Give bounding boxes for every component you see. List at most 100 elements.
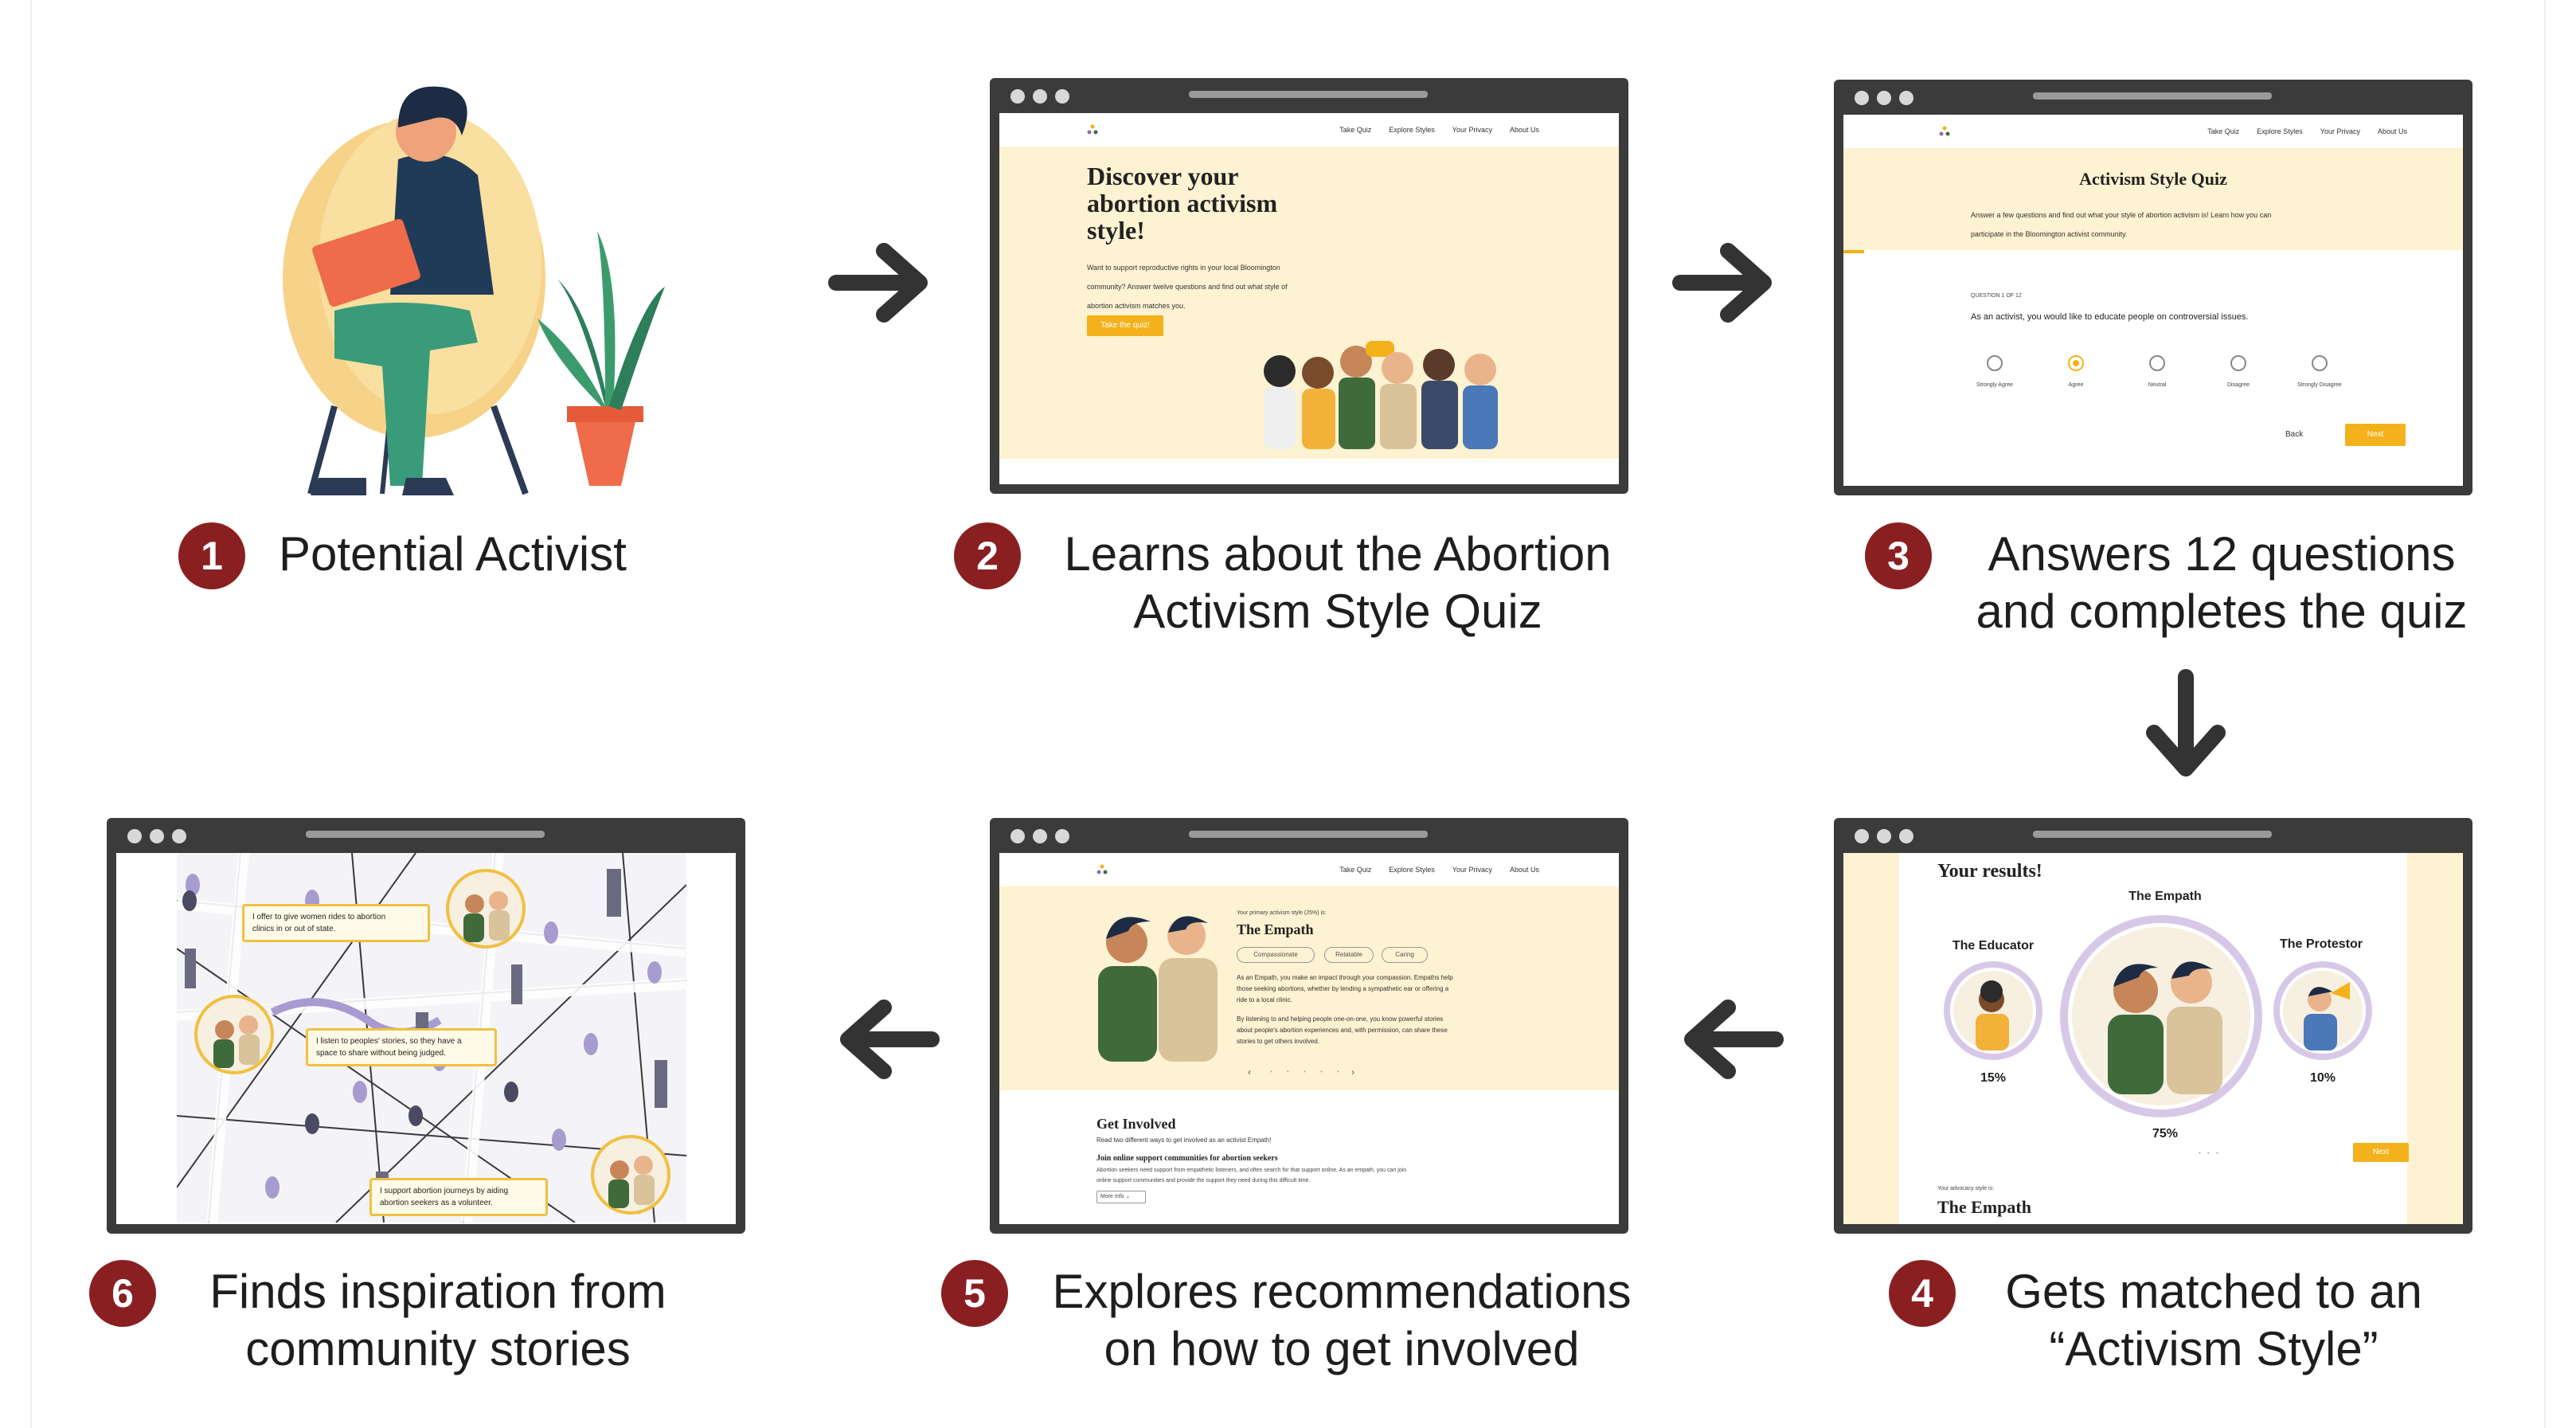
arrow-right-icon [1672,243,1772,323]
people-group-illustration [1264,341,1498,449]
step-1-badge: 1 [178,522,245,589]
educator-style-name: The Educator [1952,939,2035,953]
results-side-panel [1843,853,1899,1224]
take-quiz-button[interactable]: Take the quiz! [1087,315,1163,336]
nav-your-privacy[interactable]: Your Privacy [1452,126,1492,134]
step-4-caption: Gets matched to an “Activism Style” [2005,1265,2422,1375]
quiz-header: Activism Style Quiz Answer a few questio… [1843,148,2463,250]
site-nav: Take Quiz Explore Styles Your Privacy Ab… [1843,115,2463,148]
landing-hero: Discover your abortion activism style! W… [999,147,1619,459]
arrow-down-icon [2146,669,2226,777]
option-label: Strongly Disagree [2297,382,2342,388]
primary-style-percent: 75% [2152,1127,2179,1140]
story-bubble-rides[interactable]: I offer to give women rides to abortion c… [242,904,430,942]
stories-map-window: I offer to give women rides to abortion c… [107,818,745,1234]
story-bubble-listen[interactable]: I listen to peoples' stories, so they ha… [306,1028,497,1066]
arrow-left-icon [1684,1000,1784,1079]
activist-illustration [283,86,665,495]
step-6-caption: Finds inspiration from community stories [209,1265,666,1375]
style-kicker: Your primary activism style (25%) is: [1237,910,1327,916]
option-strongly-disagree-radio[interactable] [2312,355,2328,371]
right-edge-line [2544,0,2546,1428]
quiz-progress-bar [1843,250,1864,253]
educator-style-avatar [1944,961,2042,1060]
next-button[interactable]: Next [2345,424,2406,446]
primary-style-name: The Empath [2128,890,2202,903]
site-logo-icon [1939,126,1950,136]
style-hero: Your primary activism style (25%) is: Th… [999,886,1619,1090]
get-involved-subtitle: Read two different ways to get involved … [1096,1137,1272,1144]
quiz-window: Take Quiz Explore Styles Your Privacy Ab… [1834,80,2472,495]
protestor-style-percent: 10% [2309,1071,2336,1085]
protestor-style-name: The Protestor [2279,937,2363,951]
question-text: As an activist, you would like to educat… [1971,312,2249,322]
back-button[interactable]: Back [2285,430,2303,439]
educator-style-percent: 15% [1980,1071,2007,1085]
step-6-badge: 6 [89,1260,156,1327]
option-neutral-radio[interactable] [2149,355,2165,371]
empath-illustration [1098,916,1218,1062]
involvement-item-title: Join online support communities for abor… [1096,1154,1278,1163]
quiz-title: Activism Style Quiz [2079,169,2227,189]
results-next-button[interactable]: Next [2353,1143,2409,1162]
nav-take-quiz[interactable]: Take Quiz [1339,866,1371,874]
advocacy-style-name: The Empath [1937,1197,2031,1217]
tag-compassionate: Compassionate [1237,947,1315,963]
style-name: The Empath [1237,921,1314,937]
more-info-button[interactable]: More Info ⌄ [1096,1191,1146,1203]
site-nav: Take Quiz Explore Styles Your Privacy Ab… [999,853,1619,886]
primary-style-avatar [2060,915,2262,1117]
step-1-caption: Potential Activist [279,527,627,581]
arrow-left-icon [840,1000,940,1079]
results-heading: Your results! [1937,861,2042,882]
story-bubble-volunteer[interactable]: I support abortion journeys by aiding abo… [369,1178,548,1216]
option-label: Neutral [2148,382,2167,388]
protestor-style-avatar [2273,961,2372,1060]
step-5-badge: 5 [941,1260,1008,1327]
nav-explore-styles[interactable]: Explore Styles [1389,866,1435,874]
advocacy-style-label: Your advocacy style is: [1937,1186,1994,1191]
nav-your-privacy[interactable]: Your Privacy [1452,866,1492,874]
style-description-2: By listening to and helping people one-o… [1237,1015,1448,1045]
step-3-badge: 3 [1865,522,1932,589]
option-agree-radio[interactable] [2068,355,2084,371]
nav-explore-styles[interactable]: Explore Styles [2257,127,2303,135]
step-4-badge: 4 [1889,1260,1956,1327]
nav-take-quiz[interactable]: Take Quiz [2207,127,2239,135]
arrow-right-icon [828,243,928,323]
step-5-caption: Explores recommendations on how to get i… [1052,1265,1632,1375]
option-strongly-agree-radio[interactable] [1987,355,2003,371]
carousel-next-icon[interactable]: › [1351,1066,1354,1078]
get-involved-heading: Get Involved [1096,1116,1176,1132]
site-nav: Take Quiz Explore Styles Your Privacy Ab… [999,113,1619,147]
option-disagree-radio[interactable] [2230,355,2246,371]
style-detail-window: Take Quiz Explore Styles Your Privacy Ab… [990,818,1628,1234]
step-2-caption: Learns about the Abortion Activism Style… [1064,527,1612,638]
tag-caring: Caring [1382,947,1428,963]
landing-page-window: Take Quiz Explore Styles Your Privacy Ab… [990,78,1628,494]
nav-about-us[interactable]: About Us [2378,127,2407,135]
option-label: Strongly Agree [1976,382,2013,388]
nav-explore-styles[interactable]: Explore Styles [1389,126,1435,134]
option-label: Agree [2068,382,2084,388]
tag-relatable: Relatable [1324,947,1374,963]
site-logo-icon [1096,864,1108,874]
option-label: Disagree [2226,382,2250,388]
carousel-dots[interactable]: • • • [2199,1149,2221,1156]
nav-about-us[interactable]: About Us [1510,866,1539,874]
nav-your-privacy[interactable]: Your Privacy [2320,127,2360,135]
style-description-1: As an Empath, you make an impact through… [1237,974,1453,1004]
question-counter: QUESTION 1 OF 12 [1971,293,2022,299]
site-logo-icon [1087,124,1098,135]
involvement-item-text: Abortion seekers need support from empat… [1096,1168,1407,1183]
landing-headline: Discover your abortion activism style! [1087,162,1278,245]
results-side-panel [2407,853,2463,1224]
carousel-dots[interactable]: • • • • • [1270,1068,1346,1075]
landing-body: Want to support reproductive rights in y… [1087,264,1288,310]
nav-take-quiz[interactable]: Take Quiz [1339,126,1371,134]
quiz-intro: Answer a few questions and find out what… [1971,211,2272,238]
nav-about-us[interactable]: About Us [1510,126,1539,134]
results-window: Your results! The Empath 75% The Educato… [1834,818,2472,1234]
carousel-prev-icon[interactable]: ‹ [1248,1066,1251,1078]
step-2-badge: 2 [954,522,1021,589]
